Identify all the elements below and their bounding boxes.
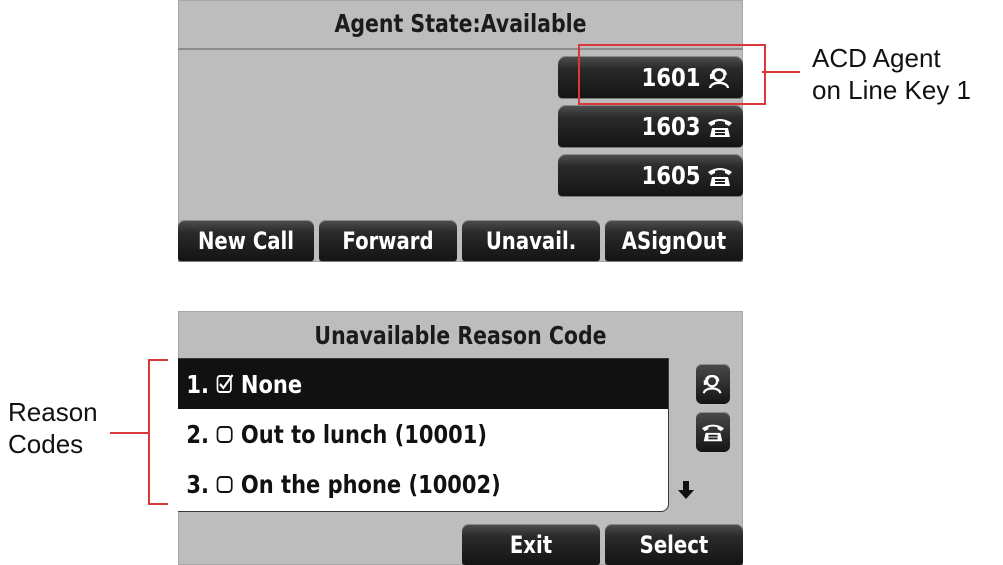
softkey-label: ASignOut: [621, 227, 727, 255]
reason-code-item[interactable]: 3. On the phone (10002): [178, 459, 668, 509]
acd-agent-annotation: ACD Agent on Line Key 1: [812, 43, 972, 105]
phone-icon: [696, 412, 730, 452]
item-index: 2.: [186, 419, 210, 449]
acd-sign-out-softkey[interactable]: ASignOut: [605, 220, 743, 261]
reason-codes-annotation: Reason Codes: [8, 397, 98, 459]
acd-agent-icon: [696, 364, 730, 404]
reason-code-item[interactable]: 2. Out to lunch (10001): [178, 409, 668, 459]
reason-code-list: 1. None 2. Out to lunch (10001) 3. On th…: [178, 358, 669, 512]
item-label: Out to lunch (10001): [240, 419, 487, 449]
unchecked-checkbox-icon: [216, 473, 234, 495]
exit-softkey[interactable]: Exit: [462, 524, 600, 565]
select-softkey[interactable]: Select: [605, 524, 743, 565]
reason-code-screen: Unavailable Reason Code 1. None 2. Out t…: [178, 311, 743, 565]
softkey-label: Exit: [509, 531, 553, 559]
annotation-connector: [110, 432, 148, 434]
softkey-label: Forward: [342, 227, 434, 255]
line-key-1-highlight: [578, 44, 766, 105]
screen-title: Agent State:Available: [334, 9, 587, 38]
softkey-label: Select: [639, 531, 709, 559]
softkey-label: Unavail.: [485, 227, 577, 255]
reason-codes-bracket: [148, 359, 150, 505]
item-index: 1.: [186, 369, 210, 399]
line-key-number: 1603: [641, 112, 701, 141]
reason-code-item[interactable]: 1. None: [178, 359, 668, 409]
phone-icon: [707, 165, 733, 187]
agent-state-screen: Agent State:Available 1601 1603 1605 New…: [178, 0, 743, 262]
screen-title: Unavailable Reason Code: [314, 321, 607, 350]
bracket-bottom-tick: [148, 503, 168, 505]
phone-icon: [707, 116, 733, 138]
checked-checkbox-icon: [216, 373, 234, 395]
line-key-2[interactable]: 1603: [558, 105, 743, 147]
line-key-3[interactable]: 1605: [558, 154, 743, 196]
unchecked-checkbox-icon: [216, 423, 234, 445]
line-key-number: 1605: [641, 161, 701, 190]
scroll-down-arrow-icon[interactable]: [676, 479, 696, 501]
item-index: 3.: [186, 469, 210, 499]
forward-softkey[interactable]: Forward: [319, 220, 457, 261]
softkey-label: New Call: [197, 227, 295, 255]
unavailable-softkey[interactable]: Unavail.: [462, 220, 600, 261]
item-label: None: [240, 369, 303, 399]
annotation-connector: [762, 71, 800, 73]
bracket-top-tick: [148, 359, 168, 361]
new-call-softkey[interactable]: New Call: [178, 220, 314, 261]
item-label: On the phone (10002): [240, 469, 501, 499]
